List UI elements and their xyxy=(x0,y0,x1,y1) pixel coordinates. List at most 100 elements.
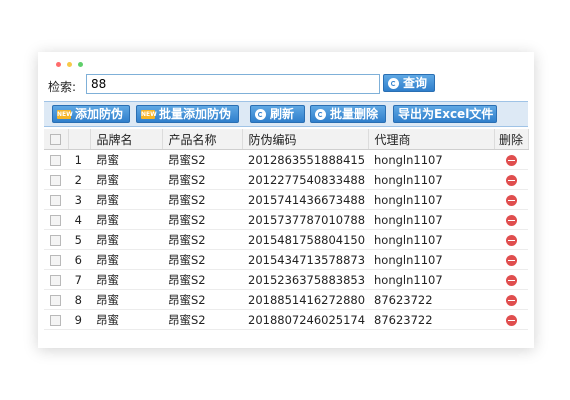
search-button[interactable]: 查询 xyxy=(383,74,435,92)
refresh-button-label: 刷新 xyxy=(270,107,295,121)
delete-icon[interactable] xyxy=(505,274,517,286)
delete-cell[interactable] xyxy=(494,189,528,210)
delete-cell[interactable] xyxy=(494,229,528,250)
table-row[interactable]: 3 昂蜜 昂蜜S2 2015741436673488 hongln1107 xyxy=(44,189,528,210)
row-checkbox-cell[interactable] xyxy=(44,269,68,290)
select-all-checkbox[interactable] xyxy=(50,134,61,145)
product-cell: 昂蜜S2 xyxy=(162,269,242,290)
row-checkbox-cell[interactable] xyxy=(44,189,68,210)
row-checkbox-cell[interactable] xyxy=(44,289,68,310)
table-row[interactable]: 5 昂蜜 昂蜜S2 2015481758804150 hongln1107 xyxy=(44,229,528,250)
delete-icon[interactable] xyxy=(505,294,517,306)
new-badge-icon: NEW xyxy=(57,109,73,119)
add-button-label: 添加防伪 xyxy=(75,107,124,121)
code-header[interactable]: 防伪编码 xyxy=(242,129,369,150)
export-excel-button[interactable]: 导出为Excel文件 xyxy=(393,105,497,123)
delete-icon[interactable] xyxy=(505,254,517,266)
agent-cell: hongln1107 xyxy=(368,209,494,230)
delete-icon[interactable] xyxy=(505,234,517,246)
brand-cell: 昂蜜 xyxy=(90,209,162,230)
batch-add-button[interactable]: NEW 批量添加防伪 xyxy=(136,105,239,123)
row-checkbox-cell[interactable] xyxy=(44,149,68,170)
delete-cell[interactable] xyxy=(494,209,528,230)
row-checkbox[interactable] xyxy=(50,274,61,286)
delete-icon[interactable] xyxy=(505,214,517,226)
brand-header[interactable]: 品牌名 xyxy=(90,129,163,150)
delete-cell[interactable] xyxy=(494,269,528,290)
add-button[interactable]: NEW 添加防伪 xyxy=(52,105,130,123)
code-cell: 2015481758804150 xyxy=(242,229,368,250)
row-number: 5 xyxy=(68,229,90,250)
batch-delete-button[interactable]: 批量删除 xyxy=(310,105,386,123)
refresh-button[interactable]: 刷新 xyxy=(250,105,305,123)
row-number: 4 xyxy=(68,209,90,230)
row-checkbox-cell[interactable] xyxy=(44,169,68,190)
table-row[interactable]: 6 昂蜜 昂蜜S2 2015434713578873 hongln1107 xyxy=(44,249,528,270)
code-cell: 2015434713578873 xyxy=(242,249,368,270)
row-checkbox[interactable] xyxy=(50,234,61,246)
product-cell: 昂蜜S2 xyxy=(162,149,242,170)
agent-cell: hongln1107 xyxy=(368,269,494,290)
delete-cell[interactable] xyxy=(494,289,528,310)
delete-header: 删除 xyxy=(494,129,529,150)
delete-icon[interactable] xyxy=(505,154,517,166)
table-row[interactable]: 8 昂蜜 昂蜜S2 2018851416272880 87623722 xyxy=(44,289,528,310)
batch-delete-button-label: 批量删除 xyxy=(330,107,379,121)
row-number: 1 xyxy=(68,149,90,170)
window-controls xyxy=(56,62,83,70)
batch-add-button-label: 批量添加防伪 xyxy=(159,107,232,121)
row-checkbox[interactable] xyxy=(50,314,61,326)
search-input[interactable] xyxy=(86,74,380,94)
row-checkbox-cell[interactable] xyxy=(44,209,68,230)
brand-cell: 昂蜜 xyxy=(90,249,162,270)
row-number: 2 xyxy=(68,169,90,190)
agent-cell: hongln1107 xyxy=(368,229,494,250)
row-checkbox[interactable] xyxy=(50,194,61,206)
table-row[interactable]: 2 昂蜜 昂蜜S2 2012277540833488 hongln1107 xyxy=(44,169,528,190)
code-cell: 2015737787010788 xyxy=(242,209,368,230)
row-checkbox[interactable] xyxy=(50,254,61,266)
row-checkbox-cell[interactable] xyxy=(44,249,68,270)
agent-cell: hongln1107 xyxy=(368,169,494,190)
table-row[interactable]: 9 昂蜜 昂蜜S2 2018807246025174 87623722 xyxy=(44,309,528,330)
delete-cell[interactable] xyxy=(494,309,528,330)
row-checkbox[interactable] xyxy=(50,214,61,226)
delete-icon[interactable] xyxy=(505,194,517,206)
data-table: 品牌名 产品名称 防伪编码 代理商 删除 1 昂蜜 昂蜜S2 201286355188… xyxy=(44,129,529,330)
row-checkbox[interactable] xyxy=(50,294,61,306)
row-checkbox-cell[interactable] xyxy=(44,229,68,250)
new-badge-icon: NEW xyxy=(141,109,157,119)
code-cell: 2015741436673488 xyxy=(242,189,368,210)
refresh-icon xyxy=(255,108,266,120)
product-header[interactable]: 产品名称 xyxy=(162,129,243,150)
product-cell: 昂蜜S2 xyxy=(162,209,242,230)
app-window: 检索: 查询 NEW 添加防伪 NEW 批量添加防伪 刷新 批量删除 导出为Ex… xyxy=(38,52,534,348)
row-checkbox[interactable] xyxy=(50,154,61,166)
delete-icon[interactable] xyxy=(505,174,517,186)
select-all-header[interactable] xyxy=(44,129,69,150)
row-number: 6 xyxy=(68,249,90,270)
delete-cell[interactable] xyxy=(494,169,528,190)
code-cell: 2015236375883853 xyxy=(242,269,368,290)
delete-cell[interactable] xyxy=(494,149,528,170)
code-cell: 2012277540833488 xyxy=(242,169,368,190)
table-row[interactable]: 7 昂蜜 昂蜜S2 2015236375883853 hongln1107 xyxy=(44,269,528,290)
maximize-dot-icon[interactable] xyxy=(78,62,83,67)
agent-cell: hongln1107 xyxy=(368,149,494,170)
delete-icon[interactable] xyxy=(505,314,517,326)
row-checkbox-cell[interactable] xyxy=(44,309,68,330)
agent-cell: hongln1107 xyxy=(368,249,494,270)
minimize-dot-icon[interactable] xyxy=(67,62,72,67)
search-bar: 检索: 查询 xyxy=(48,74,528,96)
search-button-label: 查询 xyxy=(403,76,428,90)
delete-cell[interactable] xyxy=(494,249,528,270)
agent-header[interactable]: 代理商 xyxy=(368,129,495,150)
row-number: 9 xyxy=(68,309,90,330)
table-header-row: 品牌名 产品名称 防伪编码 代理商 删除 xyxy=(44,129,529,150)
row-checkbox[interactable] xyxy=(50,174,61,186)
search-label: 检索: xyxy=(48,80,77,94)
close-dot-icon[interactable] xyxy=(56,62,61,67)
table-row[interactable]: 4 昂蜜 昂蜜S2 2015737787010788 hongln1107 xyxy=(44,209,528,230)
table-row[interactable]: 1 昂蜜 昂蜜S2 2012863551888415 hongln1107 xyxy=(44,149,528,170)
row-number: 3 xyxy=(68,189,90,210)
